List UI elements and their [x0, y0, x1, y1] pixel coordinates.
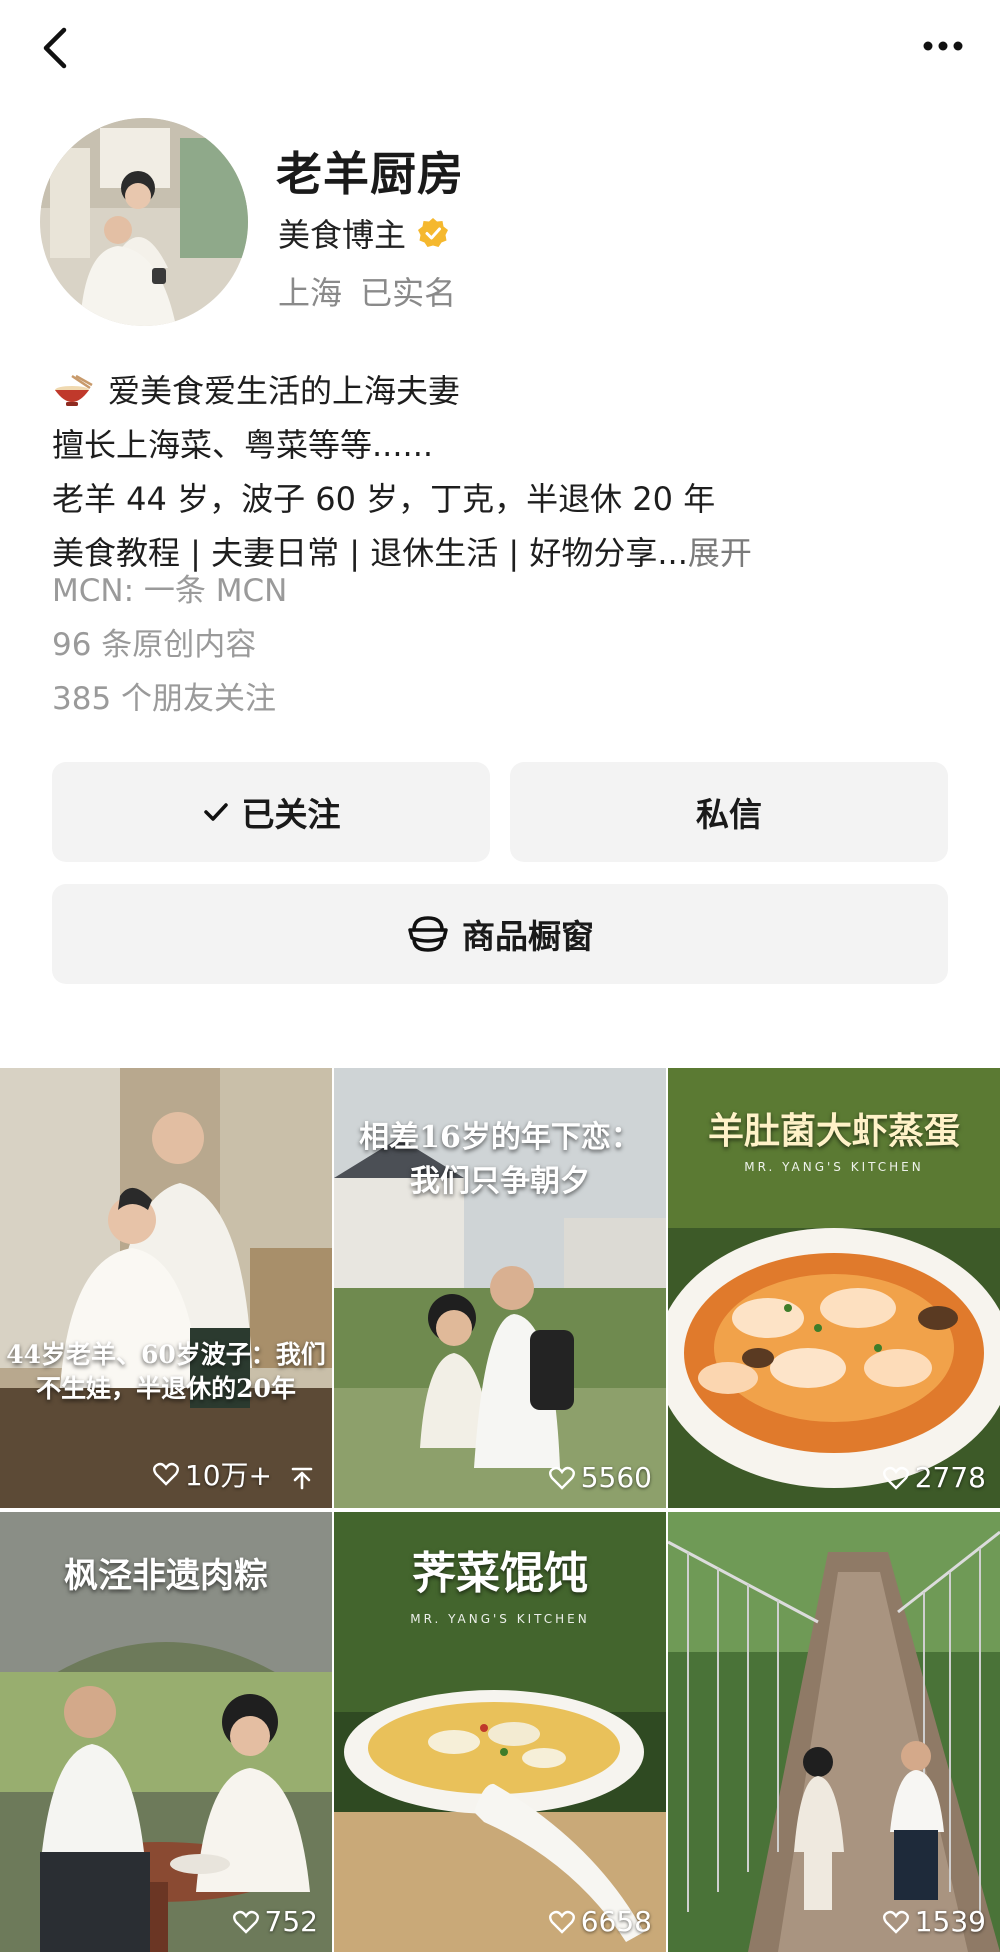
like-count-value: 6658 — [580, 1905, 652, 1938]
video-subtitle: MR. YANG'S KITCHEN — [410, 1612, 590, 1626]
shop-window-label: 商品橱窗 — [462, 917, 594, 956]
heart-icon — [232, 1910, 259, 1934]
shop-window-button[interactable]: 商品橱窗 — [52, 884, 948, 984]
back-button[interactable] — [36, 20, 76, 76]
video-title: 44岁老羊、60岁波子：我们不生娃，半退休的20年 — [6, 1340, 326, 1403]
like-count: 5560 — [548, 1461, 652, 1494]
expand-link[interactable]: 展开 — [688, 526, 752, 580]
more-options-button[interactable] — [916, 26, 970, 66]
profile-name: 老羊厨房 — [276, 147, 464, 201]
following-label: 已关注 — [241, 795, 341, 834]
like-count-value: 1539 — [914, 1905, 986, 1938]
bio-line-3: 老羊 44 岁，波子 60 岁，丁克，半退休 20 年 — [52, 480, 716, 518]
video-tile-5[interactable]: 荠菜馄饨 MR. YANG'S KITCHEN 6658 — [334, 1512, 666, 1952]
heart-icon — [882, 1910, 909, 1934]
heart-icon — [548, 1466, 575, 1490]
video-thumbnail — [0, 1068, 332, 1508]
profile-location: 上海 已实名 — [278, 274, 457, 312]
pin-top-icon — [291, 1467, 313, 1490]
bio: 爱美食爱生活的上海夫妻 擅长上海菜、粤菜等等...... 老羊 44 岁，波子 … — [52, 364, 752, 580]
ellipsis-icon — [923, 41, 963, 51]
bio-line-2: 擅长上海菜、粤菜等等...... — [52, 426, 434, 464]
video-tile-6[interactable]: 1539 — [668, 1512, 1000, 1952]
message-button[interactable]: 私信 — [510, 762, 948, 862]
profile-meta: MCN: 一条 MCN 96 条原创内容 385 个朋友关注 — [52, 564, 287, 726]
heart-icon — [152, 1462, 179, 1486]
profile-role: 美食博主 — [278, 216, 407, 254]
heart-icon — [548, 1910, 575, 1934]
video-tile-4[interactable]: 枫泾非遗肉粽 752 — [0, 1512, 332, 1952]
video-tile-2[interactable]: 相差16岁的年下恋：我们只争朝夕 5560 — [334, 1068, 666, 1508]
friends-following[interactable]: 385 个朋友关注 — [52, 672, 287, 726]
like-count: 752 — [232, 1905, 318, 1938]
video-title: 相差16岁的年下恋：我们只争朝夕 — [359, 1120, 641, 1199]
video-tile-1[interactable]: 44岁老羊、60岁波子：我们不生娃，半退休的20年 10万+ — [0, 1068, 332, 1508]
mcn-text[interactable]: MCN: 一条 MCN — [52, 564, 287, 618]
like-count-value: 752 — [264, 1905, 318, 1938]
avatar[interactable] — [40, 118, 248, 326]
chevron-left-icon — [43, 27, 67, 69]
avatar-photo — [40, 118, 248, 326]
bio-line-1: 爱美食爱生活的上海夫妻 — [52, 364, 752, 418]
video-subtitle: MR. YANG'S KITCHEN — [744, 1160, 924, 1174]
like-count: 2778 — [882, 1461, 986, 1494]
like-count: 1539 — [882, 1905, 986, 1938]
video-title: 羊肚菌大虾蒸蛋 — [707, 1110, 960, 1152]
check-icon — [203, 803, 228, 821]
video-title: 枫泾非遗肉粽 — [64, 1556, 268, 1596]
video-grid: 44岁老羊、60岁波子：我们不生娃，半退休的20年 10万+ 相差16岁的年下恋… — [0, 1068, 1000, 1952]
bowl-icon — [55, 374, 93, 406]
message-label: 私信 — [696, 795, 762, 834]
shop-window-icon — [408, 916, 448, 952]
like-count: 10万+ — [152, 1454, 272, 1494]
like-count-value: 10万+ — [184, 1459, 272, 1492]
video-thumbnail — [668, 1512, 1000, 1952]
heart-icon — [882, 1466, 909, 1490]
role-row: 美食博主 — [278, 210, 450, 256]
video-tile-3[interactable]: 羊肚菌大虾蒸蛋 MR. YANG'S KITCHEN 2778 — [668, 1068, 1000, 1508]
like-count: 6658 — [548, 1905, 652, 1938]
video-title: 荠菜馄饨 — [412, 1548, 588, 1599]
bio-line-1-text: 爱美食爱生活的上海夫妻 — [108, 372, 461, 410]
like-count-value: 5560 — [580, 1461, 652, 1494]
verified-badge-icon — [418, 218, 449, 247]
following-button[interactable]: 已关注 — [52, 762, 490, 862]
originals-count: 96 条原创内容 — [52, 627, 257, 663]
like-count-value: 2778 — [914, 1461, 986, 1494]
top-bar — [0, 0, 1000, 96]
